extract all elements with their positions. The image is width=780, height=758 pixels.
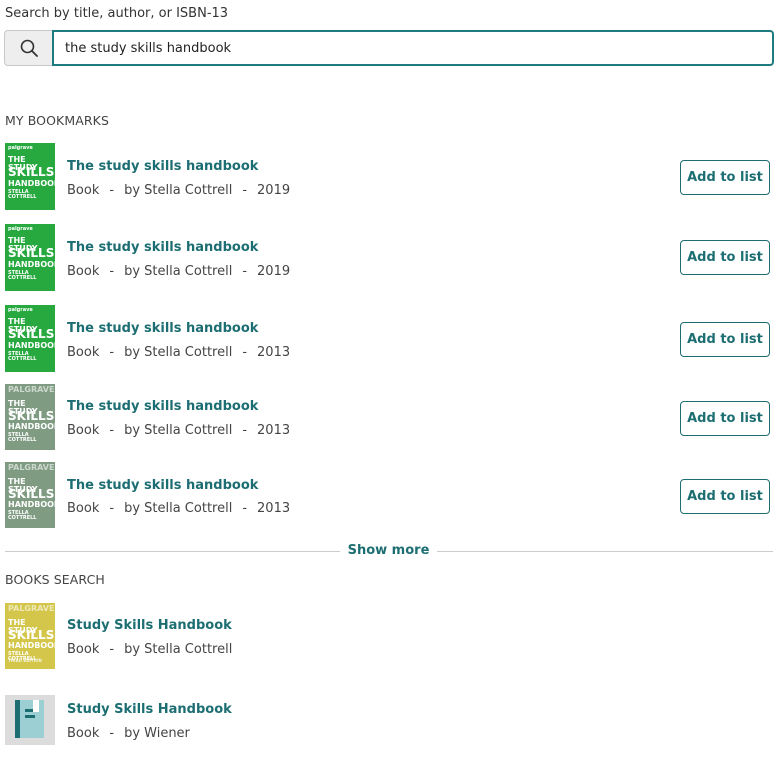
add-to-list-button[interactable]: Add to list — [680, 401, 770, 436]
book-author: by Stella Cottrell — [124, 264, 233, 279]
divider-right — [437, 551, 773, 552]
book-meta: Book - by Stella Cottrell -2013 — [67, 345, 291, 360]
book-author: by Stella Cottrell — [124, 642, 233, 657]
book-meta: Book - by Stella Cottrell -2019 — [67, 264, 291, 279]
add-to-list-button[interactable]: Add to list — [680, 322, 770, 357]
search-result-item: Study Skills Handbook Book - by Wiener — [5, 695, 770, 745]
book-cover[interactable] — [5, 695, 55, 745]
search-label: Search by title, author, or ISBN-13 — [5, 6, 229, 21]
search-bar — [4, 30, 774, 66]
generic-book-icon — [15, 700, 44, 738]
book-cover[interactable]: PALGRAVE THE STUDY SKILLS HANDBOOK STELL… — [5, 462, 55, 528]
book-title-link[interactable]: Study Skills Handbook — [67, 618, 232, 633]
book-title-link[interactable]: Study Skills Handbook — [67, 702, 232, 717]
book-year: 2013 — [257, 423, 291, 438]
show-more-button[interactable]: Show more — [340, 543, 437, 558]
bookmark-item: palgrave THE STUDY SKILLS HANDBOOK STELL… — [5, 305, 770, 373]
book-year: 2019 — [257, 264, 291, 279]
add-to-list-button[interactable]: Add to list — [680, 240, 770, 275]
book-cover[interactable]: PALGRAVE THE STUDY SKILLS HANDBOOK STELL… — [5, 603, 55, 669]
book-cover[interactable]: palgrave THE STUDY SKILLS HANDBOOK STELL… — [5, 224, 55, 291]
book-title-link[interactable]: The study skills handbook — [67, 399, 258, 414]
book-type: Book — [67, 423, 100, 438]
book-year: 2013 — [257, 345, 291, 360]
book-meta: Book - by Stella Cottrell -2013 — [67, 501, 291, 516]
book-year: 2013 — [257, 501, 291, 516]
book-meta: Book - by Wiener — [67, 726, 190, 741]
book-author: by Stella Cottrell — [124, 345, 233, 360]
book-meta: Book - by Stella Cottrell — [67, 642, 233, 657]
book-type: Book — [67, 726, 100, 741]
book-title-link[interactable]: The study skills handbook — [67, 159, 258, 174]
book-author: by Stella Cottrell — [124, 183, 233, 198]
book-title-link[interactable]: The study skills handbook — [67, 240, 258, 255]
bookmarks-section-title: MY BOOKMARKS — [5, 113, 109, 128]
search-icon — [20, 39, 38, 57]
add-to-list-button[interactable]: Add to list — [680, 479, 770, 514]
add-to-list-button[interactable]: Add to list — [680, 160, 770, 195]
book-author: by Stella Cottrell — [124, 501, 233, 516]
search-button[interactable] — [4, 30, 52, 66]
search-input[interactable] — [52, 30, 774, 66]
book-type: Book — [67, 345, 100, 360]
books-search-section-title: BOOKS SEARCH — [5, 572, 105, 587]
bookmark-item: PALGRAVE THE STUDY SKILLS HANDBOOK STELL… — [5, 384, 770, 450]
book-title-link[interactable]: The study skills handbook — [67, 321, 258, 336]
bookmark-item: PALGRAVE THE STUDY SKILLS HANDBOOK STELL… — [5, 462, 770, 528]
divider-left — [5, 551, 340, 552]
book-cover[interactable]: PALGRAVE THE STUDY SKILLS HANDBOOK STELL… — [5, 384, 55, 450]
book-type: Book — [67, 183, 100, 198]
book-type: Book — [67, 264, 100, 279]
book-title-link[interactable]: The study skills handbook — [67, 478, 258, 493]
book-meta: Book - by Stella Cottrell -2013 — [67, 423, 291, 438]
book-year: 2019 — [257, 183, 291, 198]
search-result-item: PALGRAVE THE STUDY SKILLS HANDBOOK STELL… — [5, 603, 770, 669]
bookmark-item: palgrave THE STUDY SKILLS HANDBOOK STELL… — [5, 143, 770, 211]
book-cover[interactable]: palgrave THE STUDY SKILLS HANDBOOK STELL… — [5, 305, 55, 372]
book-meta: Book - by Stella Cottrell -2019 — [67, 183, 291, 198]
book-author: by Wiener — [124, 726, 190, 741]
book-type: Book — [67, 642, 100, 657]
book-cover[interactable]: palgrave THE STUDY SKILLS HANDBOOK STELL… — [5, 143, 55, 210]
bookmark-item: palgrave THE STUDY SKILLS HANDBOOK STELL… — [5, 224, 770, 292]
book-author: by Stella Cottrell — [124, 423, 233, 438]
book-type: Book — [67, 501, 100, 516]
